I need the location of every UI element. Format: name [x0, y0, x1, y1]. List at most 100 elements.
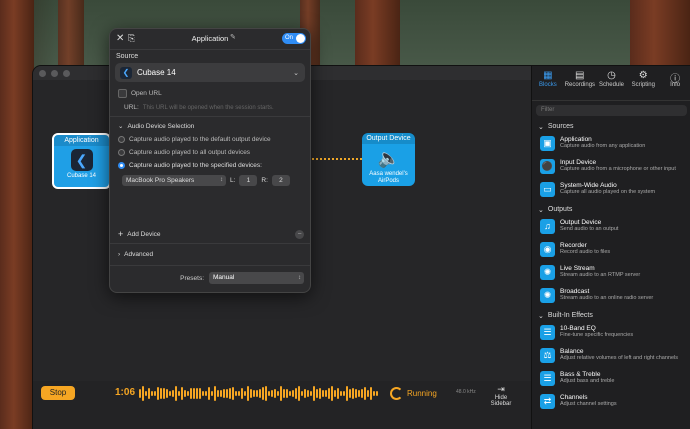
waveform-bar — [175, 386, 177, 401]
chevron-down-icon: ⌄ — [118, 123, 124, 130]
block-item-balance[interactable]: ⚖ Balance Adjust relative volumes of left … — [532, 346, 690, 369]
waveform-bar — [151, 391, 153, 396]
block-item-output-device[interactable]: ♫ Output Device Send audio to an output — [532, 217, 690, 240]
url-label: URL: — [124, 104, 139, 111]
open-url-row: Open URL — [110, 86, 310, 101]
option-default-output[interactable]: Capture audio played to the default outp… — [110, 133, 310, 146]
waveform-bar — [319, 388, 321, 399]
tab-schedule[interactable]: ◷ Schedule — [596, 70, 626, 100]
waveform-bar — [268, 390, 270, 397]
waveform-bar — [355, 389, 357, 398]
waveform-bar — [295, 387, 297, 400]
waveform-bar — [286, 389, 288, 398]
url-input[interactable]: This URL will be opened when the session… — [143, 105, 274, 111]
block-item-broadcast[interactable]: ✺ Broadcast Stream audio to an online radi… — [532, 286, 690, 309]
tab-scripting[interactable]: ⚙ Scripting — [628, 70, 658, 100]
radio-button[interactable] — [118, 149, 125, 156]
device-select[interactable]: MacBook Pro Speakers ↕ — [122, 175, 226, 186]
remove-device-button[interactable]: − — [295, 229, 304, 239]
preset-value: Manual — [213, 274, 235, 281]
block-item-10-band-eq[interactable]: ☰ 10-Band EQ Fine-tune specific frequencie… — [532, 323, 690, 346]
stop-button[interactable]: Stop — [41, 386, 75, 400]
plus-icon: + — [118, 229, 124, 239]
clock-icon: ◷ — [607, 70, 616, 81]
pencil-icon[interactable]: ✎ — [230, 33, 236, 41]
item-name: System-Wide Audio — [560, 182, 617, 189]
satellite-icon: ✺ — [540, 265, 555, 280]
option-specified-devices[interactable]: Capture audio played to the specified de… — [110, 159, 310, 172]
audio-section-header[interactable]: ⌄ Audio Device Selection — [110, 119, 310, 133]
block-item-bass-treble[interactable]: ☰ Bass & Treble Adjust bass and treble — [532, 369, 690, 392]
zoom-window-button[interactable] — [63, 69, 70, 77]
block-item-live-stream[interactable]: ✺ Live Stream Stream audio to an RTMP serv… — [532, 263, 690, 286]
waveform-bar — [166, 388, 168, 399]
sliders-icon: ☰ — [540, 371, 555, 386]
item-desc: Capture all audio played on the system — [560, 189, 656, 195]
waveform-bar — [373, 391, 375, 396]
waveform-bar — [325, 390, 327, 397]
right-channel-select[interactable]: 2 — [271, 175, 290, 186]
tab-label: Info — [670, 82, 681, 88]
section-built-in-effects[interactable]: ⌄ Built-In Effects — [532, 309, 690, 323]
microphone-icon: ⚫ — [540, 159, 555, 174]
block-item-system-wide-audio[interactable]: ▭ System-Wide Audio Capture all audio play… — [532, 180, 690, 203]
status-indicator: Running — [390, 387, 437, 400]
waveform-bar — [163, 388, 165, 399]
presets-select[interactable]: Manual ↕ — [209, 272, 304, 284]
waveform-bar — [313, 385, 315, 402]
waveform-bar — [208, 387, 210, 400]
window-icon: ▣ — [540, 136, 555, 151]
library-sidebar: ▦ Blocks ▤ Recordings ◷ Schedule ⚙ Scripting… — [531, 66, 690, 429]
hide-sidebar-button[interactable]: ⇥ Hide Sidebar — [484, 384, 518, 407]
chevron-updown-icon: ↕ — [220, 177, 223, 183]
waveform-bar — [193, 388, 195, 399]
divider — [110, 243, 310, 244]
toggle-knob — [296, 34, 305, 43]
item-desc: Adjust relative volumes of left and righ… — [560, 355, 679, 361]
waveform-bar — [211, 391, 213, 396]
open-url-checkbox[interactable] — [118, 89, 127, 98]
source-app-select[interactable]: ❮ Cubase 14 ⌄ — [115, 63, 305, 82]
item-desc: Adjust bass and treble — [560, 378, 615, 384]
waveform-bar — [247, 385, 249, 402]
block-item-application[interactable]: ▣ Application Capture audio from any appli… — [532, 134, 690, 157]
waveform-bar — [160, 388, 162, 399]
tab-info[interactable]: ⓘ Info — [660, 70, 690, 100]
presets-label: Presets: — [180, 274, 204, 282]
close-window-button[interactable] — [39, 69, 46, 77]
device-row: MacBook Pro Speakers ↕ L: 1 R: 2 — [122, 174, 298, 187]
filter-input[interactable]: Filter — [536, 105, 687, 116]
tab-blocks[interactable]: ▦ Blocks — [533, 70, 563, 100]
option-label: Capture audio played to the specified de… — [129, 162, 262, 169]
item-name: Channels — [560, 394, 588, 401]
section-title: Sources — [547, 123, 574, 130]
transport-bar: Stop 1:06 Running 48.0 kHz ⇥ Hide Sideba… — [33, 381, 531, 429]
add-device-button[interactable]: + Add Device − — [110, 227, 310, 241]
waveform-bar — [217, 389, 219, 398]
item-name: Live Stream — [560, 265, 595, 272]
waveform-bar — [145, 391, 147, 396]
radio-button[interactable] — [118, 162, 125, 169]
section-sources[interactable]: ⌄ Sources — [532, 120, 690, 134]
waveform-bar — [262, 387, 264, 400]
cubase-icon: ❮ — [70, 149, 93, 171]
advanced-section-header[interactable]: › Advanced — [110, 246, 310, 263]
output-device-block[interactable]: Output Device 🔈 Aasa wendel's AirPods — [362, 133, 415, 186]
section-outputs[interactable]: ⌄ Outputs — [532, 203, 690, 217]
block-label: Aasa wendel's AirPods — [369, 171, 408, 184]
waveform-bar — [343, 391, 345, 396]
left-channel-select[interactable]: 1 — [239, 175, 258, 186]
waveform-bar — [301, 390, 303, 397]
popover-header: ✕ ⎘ Application ✎ On — [110, 29, 310, 50]
block-item-recorder[interactable]: ◉ Recorder Record audio to files — [532, 240, 690, 263]
option-all-outputs[interactable]: Capture audio played to all output devic… — [110, 146, 310, 159]
application-block[interactable]: Application ❮ Cubase 14 — [52, 133, 111, 189]
block-item-channels[interactable]: ⇄ Channels Adjust channel settings — [532, 392, 690, 415]
radio-button[interactable] — [118, 136, 125, 143]
enabled-toggle[interactable]: On — [282, 33, 306, 44]
sidebar-tabs: ▦ Blocks ▤ Recordings ◷ Schedule ⚙ Scripting… — [532, 66, 690, 101]
block-item-input-device[interactable]: ⚫ Input Device Capture audio from a microp… — [532, 157, 690, 180]
waveform-bar — [280, 385, 282, 402]
minimize-window-button[interactable] — [51, 69, 58, 77]
tab-recordings[interactable]: ▤ Recordings — [565, 70, 595, 100]
